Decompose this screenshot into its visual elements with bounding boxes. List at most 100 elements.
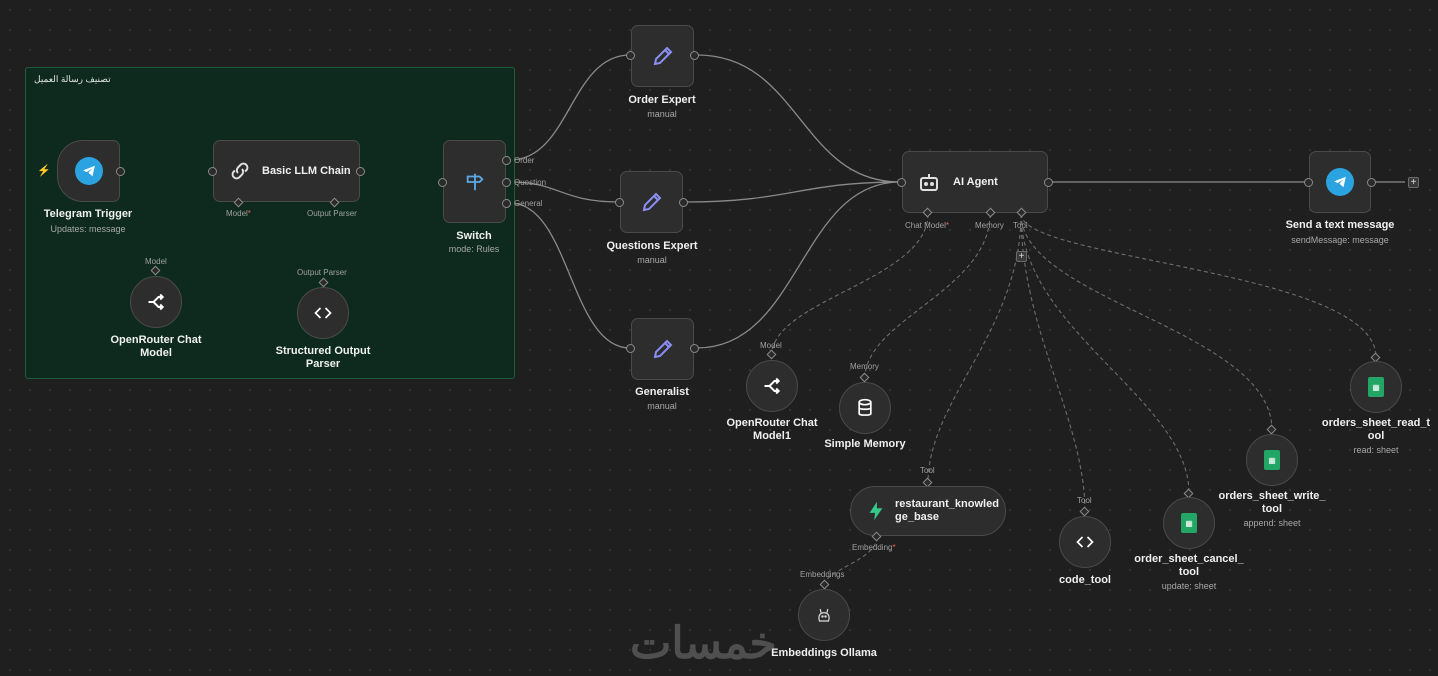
edge-questions-agent (685, 181, 901, 203)
chain-input-port[interactable] (208, 167, 217, 176)
port-label: Tool (1077, 496, 1092, 505)
database-icon (858, 398, 872, 416)
node-label: restaurant_knowledge_base (895, 498, 999, 523)
node-structured-output-parser[interactable] (297, 287, 349, 339)
port-label: Chat Model* (905, 221, 950, 230)
openrouter-icon (764, 377, 781, 395)
node-subtitle: manual (647, 109, 677, 119)
node-subtitle: read: sheet (1353, 445, 1399, 455)
port-label: Model* (226, 209, 251, 218)
trigger-output-port[interactable] (116, 167, 125, 176)
edge-agent-kb (927, 213, 1022, 484)
edge-agent-cancel (1020, 213, 1190, 494)
google-sheets-icon: ▦ (1181, 513, 1197, 533)
switch-order-port[interactable] (502, 156, 511, 165)
edge-order-agent (696, 54, 901, 183)
send-input-port[interactable] (1304, 178, 1313, 187)
node-openrouter-chat-model1[interactable] (746, 360, 798, 412)
generalist-output-port[interactable] (690, 344, 699, 353)
node-switch[interactable] (443, 140, 506, 223)
port-label: Memory (850, 362, 879, 371)
node-ai-agent[interactable]: AI Agent (902, 151, 1048, 213)
node-label: Switch (456, 230, 492, 242)
order-expert-output-port[interactable] (690, 51, 699, 60)
trigger-bolt-icon: ⚡ (37, 165, 51, 177)
node-orders-sheet-read-tool[interactable]: ▦ (1350, 361, 1402, 413)
sticky-note[interactable]: تصنيف رسالة العميل (25, 67, 515, 379)
sticky-note-title: تصنيف رسالة العميل (34, 74, 111, 84)
node-label: OpenRouter Chat Model1 (726, 417, 818, 442)
switch-question-port[interactable] (502, 178, 511, 187)
telegram-icon (1326, 168, 1354, 196)
edge-general-agent (696, 181, 901, 349)
port-label: General (514, 199, 543, 208)
google-sheets-icon: ▦ (1368, 377, 1384, 397)
pen-icon (653, 339, 672, 359)
node-label: Generalist (635, 386, 689, 398)
node-label: Simple Memory (824, 438, 906, 450)
node-send-text-message[interactable] (1309, 151, 1371, 213)
node-subtitle: manual (637, 255, 667, 265)
agent-output-port[interactable] (1044, 178, 1053, 187)
node-telegram-trigger[interactable] (57, 140, 120, 202)
edge-agent-write (1020, 213, 1273, 431)
generalist-input-port[interactable] (626, 344, 635, 353)
node-label: Basic LLM Chain (262, 164, 351, 177)
port-label: Tool (920, 466, 935, 475)
node-label: code_tool (1059, 574, 1111, 586)
node-subtitle: update: sheet (1161, 581, 1217, 591)
node-label: Telegram Trigger (43, 208, 133, 220)
bolt-icon (869, 501, 883, 521)
node-embeddings-ollama[interactable] (798, 589, 850, 641)
telegram-icon (74, 157, 103, 185)
pen-icon (642, 192, 661, 212)
robot-icon (920, 174, 938, 191)
port-label: Order (514, 156, 535, 165)
switch-input-port[interactable] (438, 178, 447, 187)
watermark-logo: خمسات (630, 619, 777, 668)
llama-icon (818, 608, 830, 622)
order-expert-input-port[interactable] (626, 51, 635, 60)
google-sheets-icon: ▦ (1264, 450, 1280, 470)
code-brackets-icon (1076, 536, 1094, 548)
node-basic-llm-chain[interactable]: Basic LLM Chain (213, 140, 360, 202)
node-subtitle: manual (647, 401, 677, 411)
node-order-expert[interactable] (631, 25, 694, 87)
code-brackets-icon (314, 307, 332, 319)
add-tool-button[interactable]: + (1016, 251, 1027, 262)
port-label: Memory (975, 221, 1004, 230)
node-code-tool[interactable] (1059, 516, 1111, 568)
node-label: Send a text message (1285, 219, 1395, 231)
chain-output-port[interactable] (356, 167, 365, 176)
port-label: Tool (1013, 221, 1028, 230)
port-label: Question (514, 178, 547, 187)
agent-input-port[interactable] (897, 178, 906, 187)
node-generalist[interactable] (631, 318, 694, 380)
questions-expert-output-port[interactable] (679, 198, 688, 207)
port-label: Model (145, 257, 167, 266)
openrouter-icon (148, 293, 165, 311)
questions-expert-input-port[interactable] (615, 198, 624, 207)
send-output-port[interactable] (1367, 178, 1376, 187)
node-simple-memory[interactable] (839, 382, 891, 434)
add-node-button[interactable]: + (1408, 177, 1419, 188)
switch-general-port[interactable] (502, 199, 511, 208)
node-questions-expert[interactable] (620, 171, 683, 233)
node-label: orders_sheet_write_tool (1218, 490, 1326, 515)
node-subtitle: append: sheet (1243, 518, 1301, 528)
node-orders-sheet-write-tool[interactable]: ▦ (1246, 434, 1298, 486)
node-label: orders_sheet_read_tool (1321, 417, 1431, 442)
port-label: Embeddings (800, 570, 845, 579)
node-order-sheet-cancel-tool[interactable]: ▦ (1163, 497, 1215, 549)
node-label: Order Expert (628, 94, 696, 106)
node-restaurant-knowledge-base[interactable]: restaurant_knowledge_base (850, 486, 1006, 536)
port-label: Embedding* (852, 543, 896, 552)
edge-agent-code (1020, 213, 1086, 513)
node-label: AI Agent (953, 175, 998, 188)
node-subtitle: Updates: message (50, 224, 126, 234)
node-subtitle: sendMessage: message (1291, 235, 1389, 245)
node-label: Questions Expert (606, 240, 698, 252)
link-icon (231, 162, 249, 180)
node-label: order_sheet_cancel_tool (1134, 553, 1244, 578)
node-openrouter-chat-model[interactable] (130, 276, 182, 328)
